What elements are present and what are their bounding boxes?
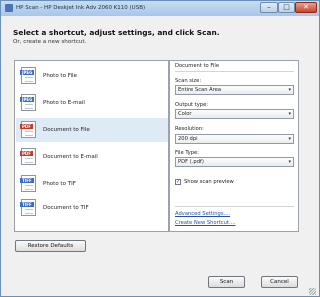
create-new-shortcut-link[interactable]: Create New Shortcut.... [175,220,236,226]
resolution-value: 200 dpi [178,136,198,142]
shortcut-item-document-to-email[interactable]: PDF Document to E-mail [16,145,168,169]
hp-scan-app-icon [5,4,13,12]
file-badge: JPEG [20,97,35,102]
file-type-dropdown[interactable]: PDF (.pdf) ▾ [175,157,294,167]
shortcut-item-photo-to-tif[interactable]: TIFF Photo to TIF [16,172,168,196]
pdf-email-icon: PDF [20,148,36,165]
window-title: HP Scan - HP Deskjet Ink Adv 2060 K110 (… [16,5,146,11]
maximize-button[interactable]: □ [278,2,295,13]
divider [175,71,294,72]
file-badge: TIFF [20,202,34,207]
file-badge: TIFF [20,178,34,183]
restore-defaults-button[interactable]: Restore Defaults [15,240,86,252]
chevron-down-icon: ▾ [288,87,291,93]
shortcut-item-document-to-tif[interactable]: TIFF Document to TIF [16,196,168,220]
chevron-down-icon: ▾ [288,136,291,142]
output-type-label: Output type: [175,102,209,108]
scan-size-dropdown[interactable]: Entire Scan Area ▾ [175,85,294,95]
output-type-value: Color [178,111,192,117]
chevron-down-icon: ▾ [288,159,291,165]
tiff-file-icon: TIFF [20,199,36,216]
scan-size-label: Scan size: [175,78,202,84]
jpeg-email-icon: JPEG [20,94,36,111]
advanced-settings-link[interactable]: Advanced Settings.... [175,211,230,217]
minimize-button[interactable]: – [260,2,278,13]
resize-grip-icon[interactable] [309,288,316,295]
show-preview-checkbox[interactable]: ✓ [175,179,181,185]
file-badge: PDF [20,151,33,156]
chevron-down-icon: ▾ [288,111,291,117]
shortcut-label: Document to File [43,127,90,133]
hp-scan-window: HP Scan - HP Deskjet Ink Adv 2060 K110 (… [0,0,320,297]
file-type-label: File Type: [175,150,199,156]
show-preview-label: Show scan preview [184,179,234,185]
instruction-heading: Select a shortcut, adjust settings, and … [13,28,220,37]
tiff-file-icon: TIFF [20,175,36,192]
shortcut-item-document-to-file[interactable]: PDF Document to File [16,118,168,142]
shortcut-list[interactable]: JPEG Photo to File JPEG Photo to E-mail … [14,60,169,232]
shortcut-item-photo-to-email[interactable]: JPEG Photo to E-mail [16,91,168,115]
pdf-file-icon: PDF [20,121,36,138]
file-badge: PDF [20,124,33,129]
shortcut-item-photo-to-file[interactable]: JPEG Photo to File [16,64,168,88]
instruction-subheading: Or, create a new shortcut. [13,39,87,45]
file-type-value: PDF (.pdf) [178,159,204,165]
title-bar[interactable]: HP Scan - HP Deskjet Ink Adv 2060 K110 (… [1,1,319,16]
resolution-dropdown[interactable]: 200 dpi ▾ [175,134,294,144]
resolution-label: Resolution: [175,126,204,132]
shortcut-label: Document to E-mail [43,154,98,160]
close-button[interactable]: ✕ [295,2,317,13]
scan-button[interactable]: Scan [208,276,245,288]
shortcut-label: Photo to File [43,73,77,79]
output-type-dropdown[interactable]: Color ▾ [175,109,294,119]
file-badge: JPEG [20,70,35,75]
divider [175,206,294,207]
cancel-button[interactable]: Cancel [261,276,298,288]
scan-size-value: Entire Scan Area [178,87,222,93]
shortcut-label: Photo to E-mail [43,100,85,106]
jpeg-file-icon: JPEG [20,67,36,84]
shortcut-label: Document to TIF [43,205,89,211]
settings-title: Document to File [175,63,220,69]
shortcut-label: Photo to TIF [43,181,76,187]
